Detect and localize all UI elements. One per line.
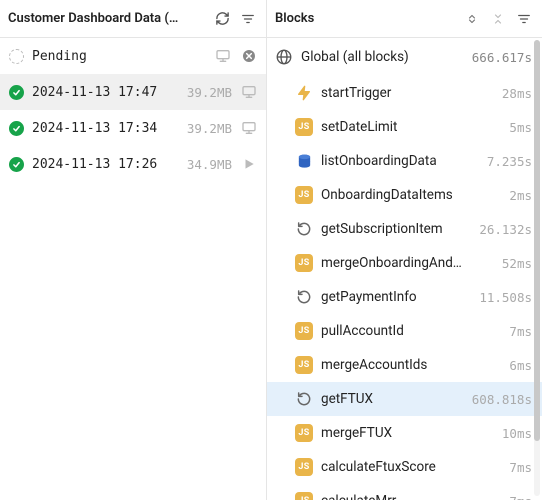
block-name: mergeOnboardingAnd… xyxy=(321,255,494,271)
run-timestamp: 2024-11-13 17:34 xyxy=(32,121,179,136)
refresh-icon xyxy=(295,390,313,408)
block-global-row[interactable]: Global (all blocks) 666.617s xyxy=(267,38,542,76)
refresh-icon xyxy=(295,288,313,306)
block-name: setDateLimit xyxy=(321,119,501,135)
scrollbar-thumb[interactable] xyxy=(534,40,540,441)
refresh-icon xyxy=(295,220,313,238)
js-icon: JS xyxy=(295,356,313,374)
block-row[interactable]: getPaymentInfo 11.508s xyxy=(267,280,542,314)
run-size: 39.2MB xyxy=(187,121,232,136)
bolt-icon xyxy=(295,84,313,102)
block-name: calculateMrr xyxy=(321,493,501,500)
js-icon: JS xyxy=(295,118,313,136)
status-success-icon xyxy=(8,84,24,100)
block-row[interactable]: JS mergeAccountIds 6ms xyxy=(267,348,542,382)
block-name: calculateFtuxScore xyxy=(321,459,501,475)
block-time: 28ms xyxy=(502,86,532,101)
block-row[interactable]: JS mergeOnboardingAnd… 52ms xyxy=(267,246,542,280)
monitor-icon[interactable] xyxy=(240,83,258,101)
block-row[interactable]: JS OnboardingDataItems 2ms xyxy=(267,178,542,212)
block-time: 5ms xyxy=(509,120,532,135)
js-icon: JS xyxy=(295,322,313,340)
run-row[interactable]: 2024-11-13 17:26 34.9MB xyxy=(0,146,266,182)
run-size: 39.2MB xyxy=(187,85,232,100)
block-row[interactable]: startTrigger 28ms xyxy=(267,76,542,110)
refresh-icon[interactable] xyxy=(212,9,232,29)
block-time: 6ms xyxy=(509,358,532,373)
monitor-icon[interactable] xyxy=(240,119,258,137)
globe-icon xyxy=(275,48,293,66)
js-icon: JS xyxy=(295,458,313,476)
run-timestamp: 2024-11-13 17:47 xyxy=(32,85,179,100)
block-row[interactable]: getFTUX 608.818s xyxy=(267,382,542,416)
block-name: mergeFTUX xyxy=(321,425,494,441)
run-timestamp: Pending xyxy=(32,49,206,64)
block-name: mergeAccountIds xyxy=(321,357,501,373)
blocks-pane: Blocks Global (all blocks) 666.617s star… xyxy=(267,0,542,500)
block-time: 608.818s xyxy=(472,392,532,407)
block-row[interactable]: JS pullAccountId 7ms xyxy=(267,314,542,348)
block-name: getFTUX xyxy=(321,391,464,407)
monitor-icon[interactable] xyxy=(214,47,232,65)
filter-icon[interactable] xyxy=(238,9,258,29)
filter-icon[interactable] xyxy=(514,9,534,29)
runs-pane: Customer Dashboard Data (… Pending 2024-1… xyxy=(0,0,267,500)
block-time: 7ms xyxy=(509,324,532,339)
block-time: 7.235s xyxy=(487,154,532,169)
run-row[interactable]: 2024-11-13 17:34 39.2MB xyxy=(0,110,266,146)
block-name: getPaymentInfo xyxy=(321,289,471,305)
block-time: 52ms xyxy=(502,256,532,271)
block-name: pullAccountId xyxy=(321,323,501,339)
block-row[interactable]: JS mergeFTUX 10ms xyxy=(267,416,542,450)
play-icon[interactable] xyxy=(240,155,258,173)
run-row[interactable]: 2024-11-13 17:47 39.2MB xyxy=(0,74,266,110)
scrollbar-track[interactable] xyxy=(534,40,540,496)
runs-list: Pending2024-11-13 17:4739.2MB2024-11-13 … xyxy=(0,38,266,500)
status-pending-icon xyxy=(8,48,24,64)
block-name: getSubscriptionItem xyxy=(321,221,471,237)
collapse-icon[interactable] xyxy=(488,9,508,29)
blocks-header: Blocks xyxy=(267,0,542,38)
block-time: 7ms xyxy=(509,460,532,475)
block-row[interactable]: JS setDateLimit 5ms xyxy=(267,110,542,144)
status-success-icon xyxy=(8,156,24,172)
block-name: OnboardingDataItems xyxy=(321,187,501,203)
run-row[interactable]: Pending xyxy=(0,38,266,74)
block-time: 2ms xyxy=(509,188,532,203)
run-size: 34.9MB xyxy=(187,157,232,172)
block-name: startTrigger xyxy=(321,85,494,101)
js-icon: JS xyxy=(295,424,313,442)
js-icon: JS xyxy=(295,186,313,204)
blocks-list: Global (all blocks) 666.617s startTrigge… xyxy=(267,38,542,500)
status-success-icon xyxy=(8,120,24,136)
database-icon xyxy=(295,152,313,170)
run-timestamp: 2024-11-13 17:26 xyxy=(32,157,179,172)
block-row[interactable]: JS calculateFtuxScore 7ms xyxy=(267,450,542,484)
block-global-time: 666.617s xyxy=(472,50,532,65)
block-time: 26.132s xyxy=(479,222,532,237)
runs-title: Customer Dashboard Data (… xyxy=(8,11,206,26)
block-row[interactable]: listOnboardingData 7.235s xyxy=(267,144,542,178)
block-time: 11.508s xyxy=(479,290,532,305)
runs-header: Customer Dashboard Data (… xyxy=(0,0,266,38)
block-time: 10ms xyxy=(502,426,532,441)
js-icon: JS xyxy=(295,492,313,500)
close-icon[interactable] xyxy=(240,47,258,65)
block-row[interactable]: JS calculateMrr 7ms xyxy=(267,484,542,500)
blocks-title: Blocks xyxy=(275,11,456,26)
sort-icon[interactable] xyxy=(462,9,482,29)
block-global-label: Global (all blocks) xyxy=(301,49,464,65)
block-time: 7ms xyxy=(509,494,532,500)
block-name: listOnboardingData xyxy=(321,153,479,169)
block-row[interactable]: getSubscriptionItem 26.132s xyxy=(267,212,542,246)
js-icon: JS xyxy=(295,254,313,272)
